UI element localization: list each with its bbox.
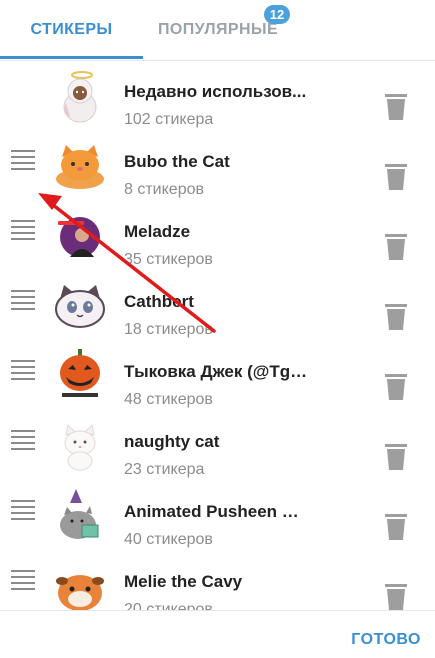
sticker-set-title: Animated Pusheen @I... <box>124 502 314 521</box>
sticker-set-row[interactable]: Недавно использов... 102 стикера <box>0 61 435 131</box>
guinea-pig-sticker-icon <box>52 557 108 610</box>
tabs-bar: СТИКЕРЫ ПОПУЛЯРНЫЕ 12 <box>0 0 435 61</box>
drag-handle-icon[interactable] <box>11 150 35 170</box>
sticker-set-title: Meladze <box>124 222 191 241</box>
sticker-set-row[interactable]: Animated Pusheen @I... 40 стикеров <box>0 481 435 551</box>
sticker-set-count: 18 стикеров <box>124 321 213 338</box>
angel-girl-sticker-icon <box>52 67 108 123</box>
sticker-set-count: 102 стикера <box>124 111 214 128</box>
drag-handle-icon[interactable] <box>11 570 35 590</box>
trash-icon[interactable] <box>385 512 407 540</box>
sticker-set-count: 20 стикеров <box>124 601 213 610</box>
pumpkin-sticker-icon <box>52 347 108 403</box>
sticker-set-count: 35 стикеров <box>124 251 213 268</box>
trash-icon[interactable] <box>385 582 407 610</box>
white-cat-face-sticker-icon <box>52 277 108 333</box>
tab-stickers[interactable]: СТИКЕРЫ <box>0 0 143 58</box>
orange-cat-sticker-icon <box>52 137 108 193</box>
sticker-set-title: Тыковка Джек (@TgS... <box>124 362 314 381</box>
sticker-set-row[interactable]: Cathbert 18 стикеров <box>0 271 435 341</box>
trash-icon[interactable] <box>385 162 407 190</box>
drag-handle-icon[interactable] <box>11 430 35 450</box>
sticker-set-row[interactable]: Тыковка Джек (@TgS... 48 стикеров <box>0 341 435 411</box>
sticker-set-title: Cathbert <box>124 292 194 311</box>
sticker-set-count: 23 стикера <box>124 461 205 478</box>
sticker-set-title: Недавно использов... <box>124 82 307 101</box>
sticker-set-row[interactable]: Meladze 35 стикеров <box>0 201 435 271</box>
sticker-set-title: Melie the Cavy <box>124 572 243 591</box>
drag-handle-icon[interactable] <box>11 500 35 520</box>
sticker-set-title: naughty cat <box>124 432 220 451</box>
naughty-cat-sticker-icon <box>52 417 108 473</box>
sticker-set-title: Bubo the Cat <box>124 152 230 171</box>
popular-count-badge: 12 <box>264 5 290 24</box>
pusheen-sticker-icon <box>52 487 108 543</box>
drag-handle-icon[interactable] <box>11 220 35 240</box>
done-button[interactable]: ГОТОВО <box>351 631 421 649</box>
footer-bar: ГОТОВО <box>0 610 435 658</box>
sticker-set-row[interactable]: Bubo the Cat 8 стикеров <box>0 131 435 201</box>
trash-icon[interactable] <box>385 92 407 120</box>
sticker-set-count: 40 стикеров <box>124 531 213 548</box>
active-tab-indicator <box>0 56 143 59</box>
sticker-set-row[interactable]: Melie the Cavy 20 стикеров <box>0 551 435 610</box>
singer-photo-sticker-icon <box>52 207 108 263</box>
trash-icon[interactable] <box>385 442 407 470</box>
drag-handle-icon[interactable] <box>11 290 35 310</box>
trash-icon[interactable] <box>385 372 407 400</box>
sticker-set-count: 48 стикеров <box>124 391 213 408</box>
sticker-set-count: 8 стикеров <box>124 181 204 198</box>
trash-icon[interactable] <box>385 232 407 260</box>
sticker-set-row[interactable]: naughty cat 23 стикера <box>0 411 435 481</box>
sticker-set-list[interactable]: Недавно использов... 102 стикера Bubo th… <box>0 61 435 610</box>
trash-icon[interactable] <box>385 302 407 330</box>
drag-handle-icon[interactable] <box>11 360 35 380</box>
